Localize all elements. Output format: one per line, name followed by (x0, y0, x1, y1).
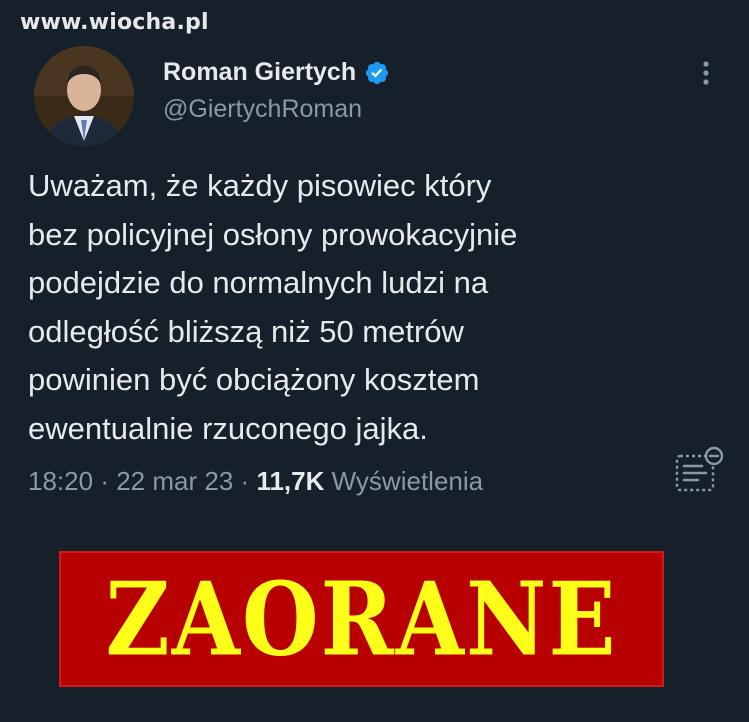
more-vertical-icon[interactable] (694, 58, 718, 88)
tweet-line: bez policyjnej osłony prowokacyjnie (28, 216, 518, 252)
views-count: 11,7K (256, 466, 325, 496)
author-handle[interactable]: @GiertychRoman (163, 95, 362, 124)
banner-text: ZAORANE (105, 559, 618, 679)
meta-separator: · (240, 466, 250, 496)
verified-badge-icon (364, 60, 390, 86)
tweet-meta: 18:20 · 22 mar 23 · 11,7K Wyświetlenia (28, 466, 483, 497)
tweet-text: Uważam, że każdy pisowiec który bez poli… (28, 162, 708, 453)
tweet-line: odległość bliższą niż 50 metrów (28, 313, 464, 349)
tweet-line: podejdzie do normalnych ludzi na (28, 265, 489, 300)
author-name[interactable]: Roman Giertych (163, 58, 356, 87)
avatar[interactable] (34, 46, 134, 146)
views-label: Wyświetlenia (331, 466, 484, 496)
tweet-line: ewentualnie rzuconego jajka. (28, 410, 428, 446)
zaorane-banner: ZAORANE (59, 551, 664, 687)
tweet-time[interactable]: 18:20 (28, 466, 93, 496)
tweet-line: powinien być obciążony kosztem (28, 362, 480, 397)
watermark: www.wiocha.pl (20, 10, 209, 35)
tweet-date[interactable]: 22 mar 23 (116, 466, 233, 496)
meta-separator: · (100, 466, 109, 496)
analytics-icon[interactable] (674, 446, 724, 494)
tweet-line: Uważam, że każdy pisowiec który (28, 168, 492, 203)
